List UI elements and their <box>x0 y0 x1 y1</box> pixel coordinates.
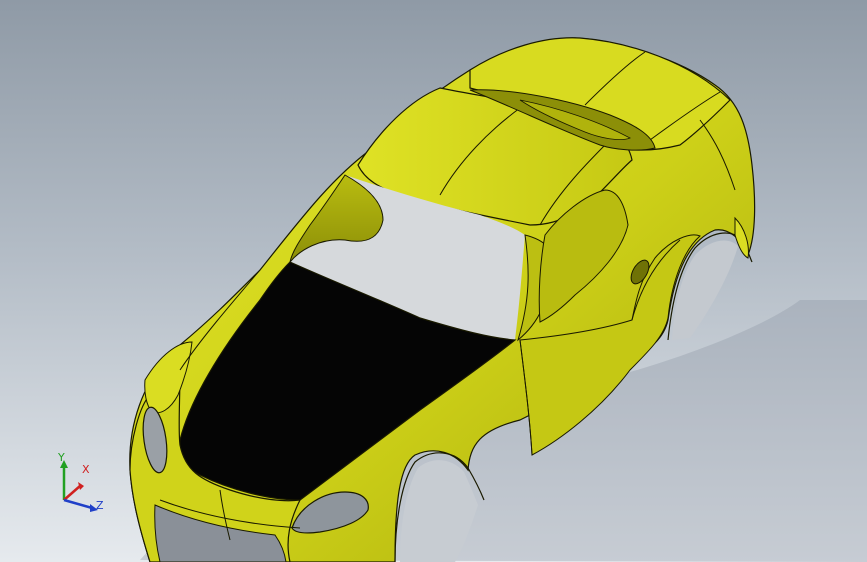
x-axis-line <box>63 485 81 501</box>
orientation-triad: Y X Z <box>52 452 108 516</box>
x-axis-label: X <box>82 463 90 476</box>
z-axis-line <box>63 498 93 510</box>
z-axis-label: Z <box>96 499 104 512</box>
car-body-model[interactable] <box>0 0 867 562</box>
y-axis-label: Y <box>58 451 65 464</box>
graphics-viewport[interactable]: Y X Z <box>0 0 867 562</box>
